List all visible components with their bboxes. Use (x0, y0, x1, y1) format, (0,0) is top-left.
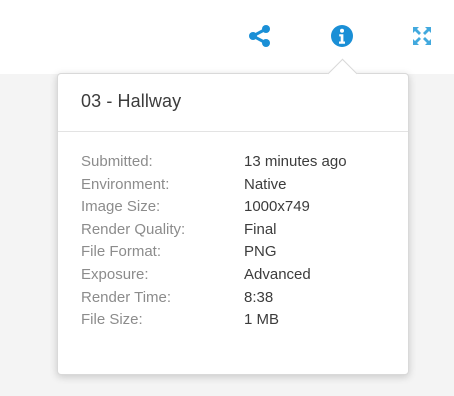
detail-row-exposure: Exposure: Advanced (81, 264, 408, 287)
detail-value: 1 MB (244, 311, 280, 329)
detail-label: Submitted: (81, 153, 153, 170)
detail-row-submitted: Submitted: 13 minutes ago (81, 151, 408, 174)
render-info-popover: 03 - Hallway Submitted: 13 minutes ago E… (57, 73, 409, 375)
render-details-list: Submitted: 13 minutes ago Environment: N… (58, 132, 408, 332)
detail-label: Environment: (81, 175, 170, 193)
render-details-view: 03 - Hallway Submitted: 13 minutes ago E… (0, 0, 454, 396)
detail-row-render-quality: Render Quality: Final (81, 219, 408, 242)
detail-label: File Format: (81, 243, 162, 261)
detail-value: PNG (244, 243, 277, 261)
share-button[interactable] (244, 20, 276, 52)
expand-button[interactable] (406, 20, 438, 52)
detail-label: File Size: (81, 311, 143, 329)
expand-icon (413, 27, 431, 45)
detail-label: Render Quality: (81, 220, 186, 238)
detail-row-image-size: Image Size: 1000x749 (81, 196, 408, 219)
detail-value: 8:38 (244, 288, 274, 306)
detail-label: Exposure: (81, 265, 149, 283)
detail-value: Advanced (244, 265, 311, 283)
detail-row-file-format: File Format: PNG (81, 241, 408, 264)
detail-row-environment: Environment: Native (81, 174, 408, 197)
share-icon (249, 25, 270, 47)
popover-title: 03 - Hallway (58, 74, 408, 132)
info-button[interactable] (326, 20, 358, 52)
detail-value: 13 minutes ago (244, 153, 347, 170)
detail-row-render-time: Render Time: 8:38 (81, 287, 408, 310)
detail-label: Render Time: (81, 288, 172, 306)
detail-value: Final (244, 220, 277, 238)
detail-row-file-size: File Size: 1 MB (81, 309, 408, 332)
detail-label: Image Size: (81, 198, 161, 216)
detail-value: 1000x749 (244, 198, 310, 216)
info-icon (331, 25, 353, 47)
detail-value: Native (244, 175, 287, 193)
